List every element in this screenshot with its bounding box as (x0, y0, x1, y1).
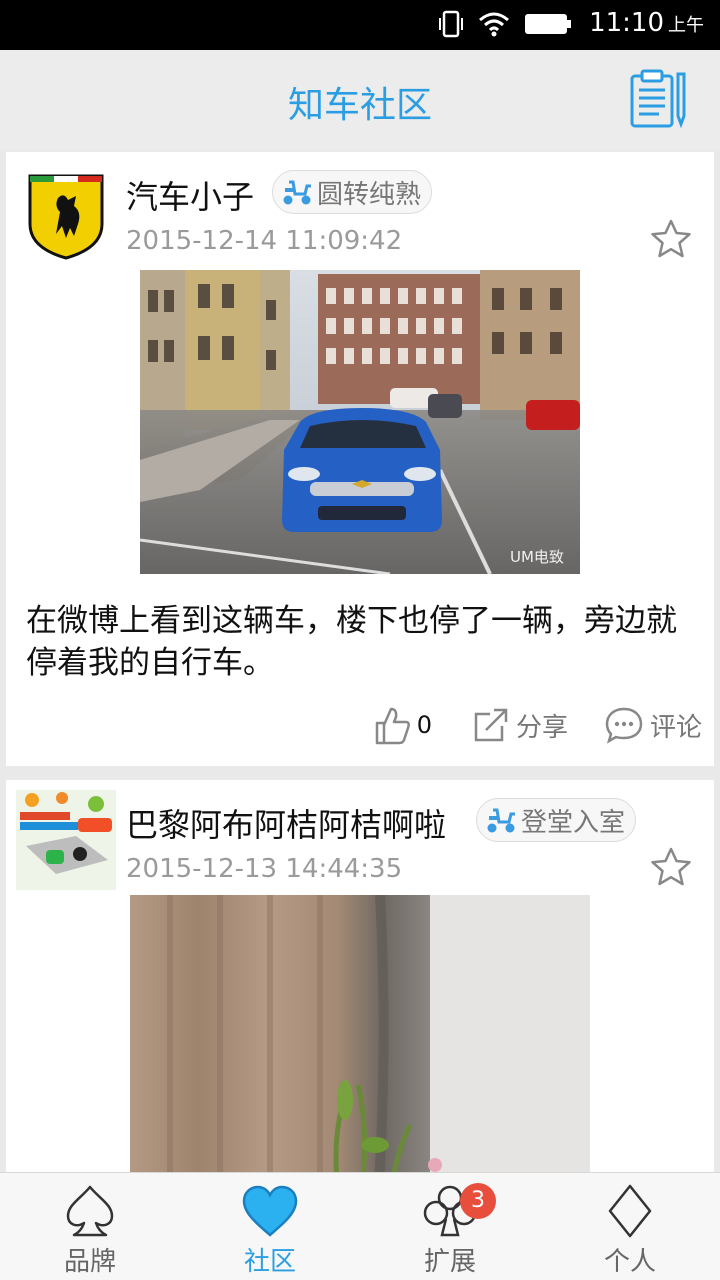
level-badge: 圆转纯熟 (272, 170, 433, 214)
page-title: 知车社区 (287, 85, 432, 126)
star-icon[interactable] (650, 218, 692, 260)
post-image[interactable] (130, 895, 590, 1172)
username[interactable]: 巴黎阿布阿桔阿桔啊啦 (126, 800, 446, 846)
nav-item-extend[interactable]: 3 扩展 (360, 1173, 540, 1280)
like-button[interactable]: 0 (373, 705, 460, 745)
nav-label: 品牌 (63, 1247, 116, 1277)
nav-item-personal[interactable]: 个人 (540, 1173, 720, 1280)
comment-button[interactable]: 评论 (604, 706, 702, 744)
heart-icon (242, 1185, 298, 1237)
post-card[interactable]: 巴黎阿布阿桔阿桔啊啦 登堂入室 2015-12-13 14:44:35 (6, 780, 714, 1172)
nav-label: 社区 (243, 1247, 296, 1277)
star-icon[interactable] (650, 846, 692, 888)
post-timestamp: 2015-12-13 14:44:35 (126, 854, 403, 884)
bottom-nav: 品牌 社区 3 扩展 个人 (0, 1172, 720, 1280)
post-image[interactable]: UM电致 (140, 270, 580, 574)
notification-badge: 3 (460, 1183, 496, 1219)
diamond-icon (608, 1184, 652, 1238)
wifi-icon (479, 12, 509, 37)
image-watermark: UM电致 (510, 548, 564, 566)
compose-post-icon[interactable] (628, 68, 690, 130)
post-card[interactable]: 汽车小子 圆转纯熟 2015-12-14 11:09:42 UM电致 在微博上看… (6, 152, 714, 766)
share-icon (474, 708, 508, 742)
vibrate-icon (439, 10, 463, 38)
clock: 11:10 上午 (589, 8, 704, 38)
share-label: 分享 (515, 712, 568, 743)
scooter-icon (283, 180, 311, 205)
level-badge: 登堂入室 (476, 798, 637, 842)
status-bar: 11:10 上午 (0, 0, 720, 50)
badge-label: 登堂入室 (521, 807, 626, 838)
app-header: 知车社区 (0, 50, 720, 150)
avatar[interactable] (16, 162, 116, 262)
comment-icon (605, 707, 643, 744)
spade-icon (66, 1185, 114, 1237)
nav-item-community[interactable]: 社区 (180, 1173, 360, 1280)
badge-label: 圆转纯熟 (317, 179, 422, 210)
scooter-icon (487, 808, 515, 833)
battery-icon (525, 14, 571, 34)
share-button[interactable]: 分享 (472, 706, 568, 744)
nav-label: 个人 (603, 1247, 656, 1277)
thumbs-up-icon (375, 707, 410, 745)
post-timestamp: 2015-12-14 11:09:42 (126, 226, 403, 256)
post-actions: 0 分享 评论 (373, 700, 714, 750)
comment-label: 评论 (649, 712, 702, 743)
post-body-text: 在微博上看到这辆车，楼下也停了一辆，旁边就停着我的自行车。 (26, 603, 677, 681)
like-count: 0 (416, 711, 432, 739)
status-icons (438, 10, 572, 38)
avatar[interactable] (16, 790, 116, 890)
username[interactable]: 汽车小子 (126, 172, 254, 218)
nav-label: 扩展 (423, 1247, 476, 1277)
post-feed[interactable]: 汽车小子 圆转纯熟 2015-12-14 11:09:42 UM电致 在微博上看… (0, 150, 720, 1172)
nav-item-brand[interactable]: 品牌 (0, 1173, 180, 1280)
